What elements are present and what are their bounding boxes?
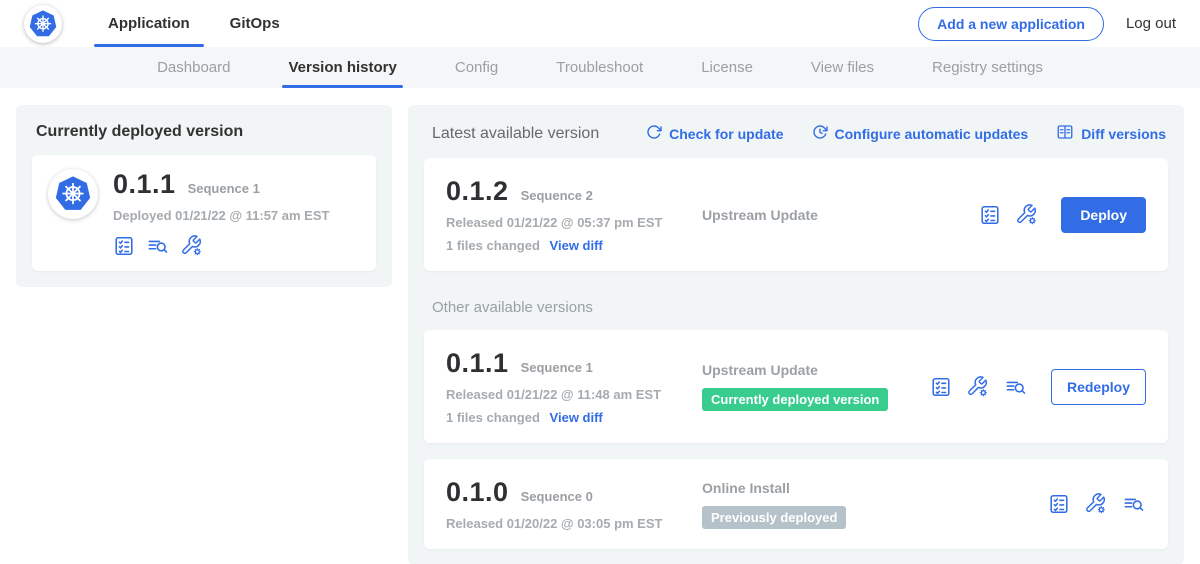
- diff-versions-label: Diff versions: [1081, 126, 1166, 142]
- redeploy-button[interactable]: Redeploy: [1051, 369, 1146, 405]
- current-deployed-date: Deployed 01/21/22 @ 11:57 am EST: [113, 208, 329, 223]
- logout-button[interactable]: Log out: [1126, 15, 1176, 32]
- preflight-checks-icon[interactable]: [1048, 493, 1070, 515]
- tab-troubleshoot[interactable]: Troubleshoot: [556, 47, 643, 88]
- version-card-0-1-2: 0.1.2 Sequence 2 Released 01/21/22 @ 05:…: [424, 158, 1168, 271]
- app-logo-icon: [48, 169, 98, 219]
- version-number: 0.1.2: [446, 176, 509, 207]
- nav-tab-application[interactable]: Application: [108, 0, 190, 47]
- diff-icon: [1056, 123, 1074, 144]
- configure-automatic-updates-label: Configure automatic updates: [835, 126, 1029, 142]
- check-for-update-label: Check for update: [669, 126, 783, 142]
- deploy-logs-icon[interactable]: [1004, 376, 1028, 398]
- version-history-panel: Latest available version Check for updat…: [408, 105, 1184, 564]
- tab-license[interactable]: License: [701, 47, 753, 88]
- version-number: 0.1.1: [446, 348, 509, 379]
- diff-versions-link[interactable]: Diff versions: [1056, 123, 1166, 144]
- add-application-button[interactable]: Add a new application: [918, 7, 1104, 41]
- config-icon[interactable]: [1016, 204, 1038, 226]
- version-card-0-1-1: 0.1.1 Sequence 1 Released 01/21/22 @ 11:…: [424, 330, 1168, 443]
- current-version-number: 0.1.1: [113, 169, 176, 200]
- latest-available-title: Latest available version: [432, 125, 618, 143]
- sequence-label: Sequence 0: [521, 489, 593, 504]
- currently-deployed-badge: Currently deployed version: [702, 388, 888, 411]
- version-source-label: Upstream Update: [702, 362, 930, 378]
- currently-deployed-title: Currently deployed version: [36, 123, 376, 141]
- version-source-label: Online Install: [702, 480, 1048, 496]
- deploy-logs-icon[interactable]: [146, 235, 170, 257]
- previously-deployed-badge: Previously deployed: [702, 506, 846, 529]
- app-subnav: Dashboard Version history Config Trouble…: [0, 47, 1200, 88]
- released-date: Released 01/21/22 @ 05:37 pm EST: [446, 215, 702, 230]
- auto-update-icon: [812, 124, 828, 143]
- currently-deployed-card: 0.1.1 Sequence 1 Deployed 01/21/22 @ 11:…: [32, 155, 376, 271]
- top-navbar: Application GitOps Add a new application…: [0, 0, 1200, 47]
- kubernetes-logo-icon: [24, 5, 62, 43]
- preflight-checks-icon[interactable]: [930, 376, 952, 398]
- current-sequence-label: Sequence 1: [188, 181, 260, 196]
- check-for-update-link[interactable]: Check for update: [646, 124, 783, 143]
- released-date: Released 01/20/22 @ 03:05 pm EST: [446, 516, 702, 531]
- deploy-button[interactable]: Deploy: [1061, 197, 1146, 233]
- view-diff-link[interactable]: View diff: [550, 410, 603, 425]
- nav-tab-gitops[interactable]: GitOps: [230, 0, 280, 47]
- version-source-label: Upstream Update: [702, 207, 979, 223]
- currently-deployed-panel: Currently deployed version 0.1.1 Sequenc…: [16, 105, 392, 287]
- view-diff-link[interactable]: View diff: [550, 238, 603, 253]
- configure-automatic-updates-link[interactable]: Configure automatic updates: [812, 124, 1029, 143]
- main-content: Currently deployed version 0.1.1 Sequenc…: [0, 88, 1200, 564]
- preflight-checks-icon[interactable]: [113, 235, 135, 257]
- sequence-label: Sequence 1: [521, 360, 593, 375]
- version-number: 0.1.0: [446, 477, 509, 508]
- config-icon[interactable]: [967, 376, 989, 398]
- deploy-logs-icon[interactable]: [1122, 493, 1146, 515]
- refresh-icon: [646, 124, 662, 143]
- tab-registry-settings[interactable]: Registry settings: [932, 47, 1043, 88]
- files-changed-label: 1 files changed: [446, 410, 540, 425]
- config-icon[interactable]: [181, 235, 203, 257]
- sequence-label: Sequence 2: [521, 188, 593, 203]
- released-date: Released 01/21/22 @ 11:48 am EST: [446, 387, 702, 402]
- tab-view-files[interactable]: View files: [811, 47, 874, 88]
- files-changed-label: 1 files changed: [446, 238, 540, 253]
- tab-dashboard[interactable]: Dashboard: [157, 47, 230, 88]
- preflight-checks-icon[interactable]: [979, 204, 1001, 226]
- tab-config[interactable]: Config: [455, 47, 498, 88]
- version-card-0-1-0: 0.1.0 Sequence 0 Released 01/20/22 @ 03:…: [424, 459, 1168, 549]
- tab-version-history[interactable]: Version history: [288, 47, 396, 88]
- config-icon[interactable]: [1085, 493, 1107, 515]
- other-versions-title: Other available versions: [432, 299, 1166, 316]
